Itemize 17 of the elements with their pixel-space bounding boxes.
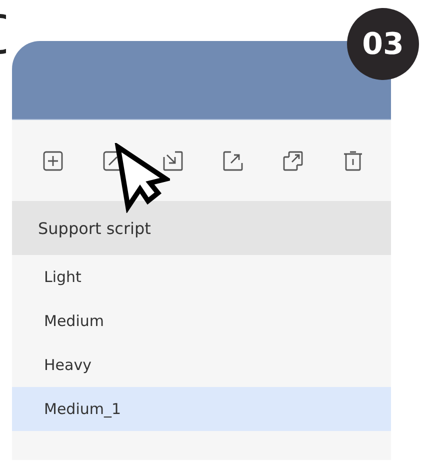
copy-icon [282,150,302,170]
add-icon [42,150,62,170]
list-item[interactable]: Light [12,255,391,299]
copy-button[interactable] [282,150,303,171]
export-icon [222,150,242,170]
list-item[interactable]: Medium [12,299,391,343]
delete-icon [342,150,362,170]
circle-edge-drawing [0,14,6,54]
list-item[interactable]: Medium_1 [12,387,391,431]
list-header: Support script [12,201,391,255]
add-button[interactable] [42,150,63,171]
list-item[interactable]: Heavy [12,343,391,387]
step-badge: 03 [347,8,419,80]
delete-button[interactable] [342,150,363,171]
import-icon [162,150,182,170]
export-button[interactable] [222,150,243,171]
import-button[interactable] [162,150,183,171]
